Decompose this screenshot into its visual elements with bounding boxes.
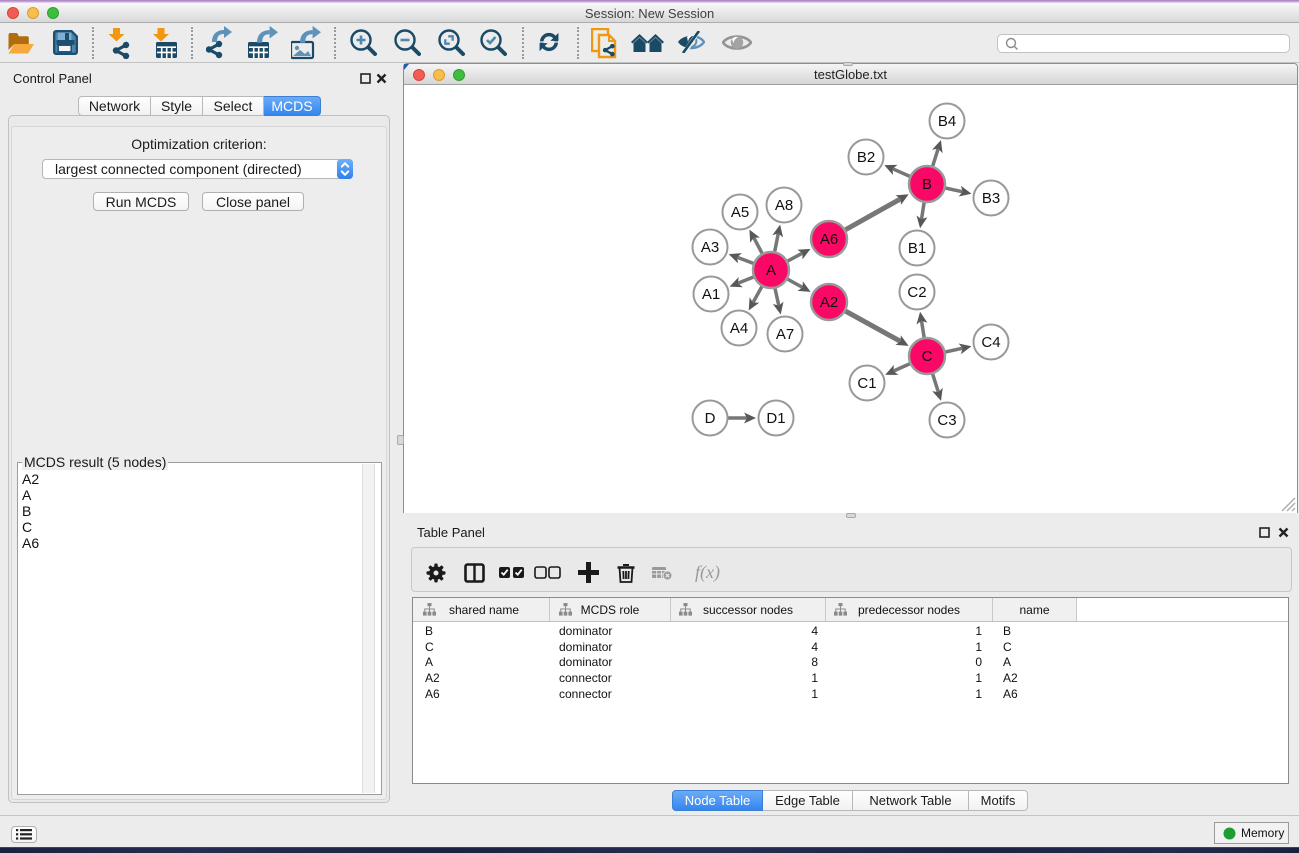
svg-text:D: D: [705, 410, 716, 427]
svg-text:C3: C3: [937, 412, 956, 429]
svg-text:B2: B2: [857, 149, 875, 166]
svg-text:A7: A7: [776, 326, 794, 343]
svg-text:A3: A3: [701, 239, 719, 256]
svg-text:A4: A4: [730, 320, 748, 337]
svg-text:C2: C2: [907, 284, 926, 301]
svg-text:B1: B1: [908, 240, 926, 257]
svg-text:C: C: [922, 348, 933, 365]
svg-text:A5: A5: [731, 204, 749, 221]
svg-text:A: A: [766, 262, 776, 279]
svg-text:C1: C1: [857, 375, 876, 392]
svg-text:A2: A2: [820, 294, 838, 311]
svg-text:A1: A1: [702, 286, 720, 303]
svg-text:B4: B4: [938, 113, 956, 130]
svg-text:A8: A8: [775, 197, 793, 214]
svg-text:B: B: [922, 176, 932, 193]
svg-text:C4: C4: [981, 334, 1000, 351]
svg-text:A6: A6: [820, 231, 838, 248]
svg-text:B3: B3: [982, 190, 1000, 207]
svg-text:D1: D1: [766, 410, 785, 427]
